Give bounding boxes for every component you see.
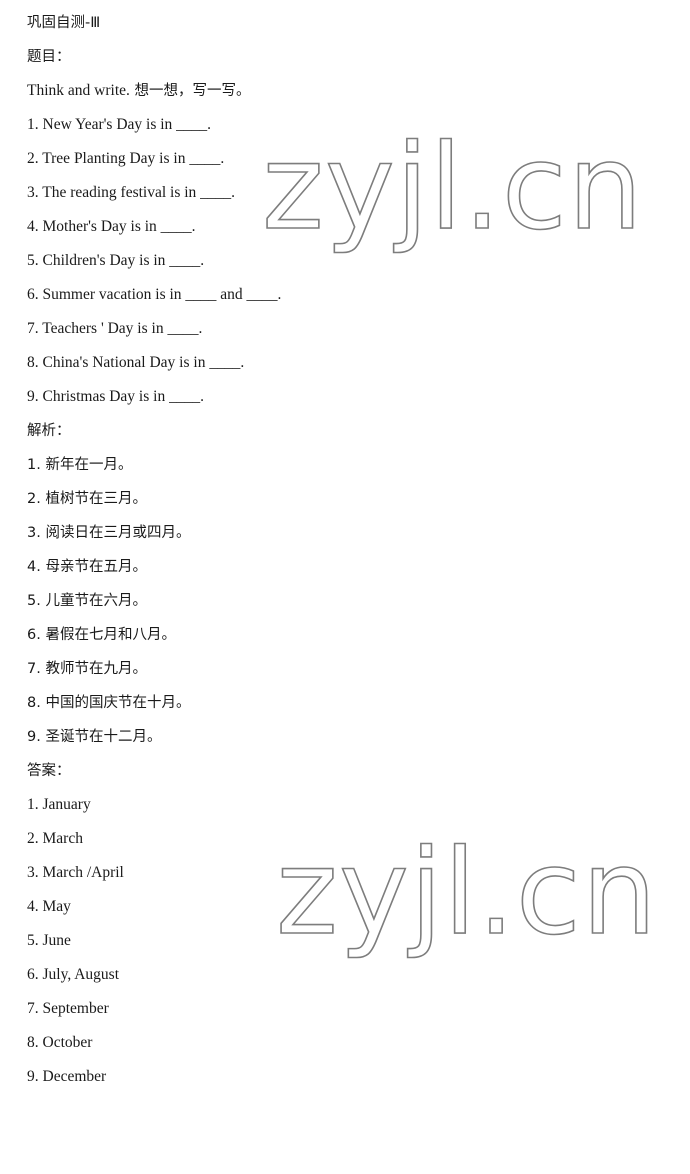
answer-item: 4. May [27,898,71,915]
prompt-english: Think and write. [27,82,130,99]
prompt-chinese: 想一想，写一写。 [134,83,251,99]
analysis-item: 7. 教师节在九月。 [27,661,147,677]
answer-item: 5. June [27,932,71,949]
analysis-item: 1. 新年在一月。 [27,457,133,473]
prompt-line: Think and write. 想一想，写一写。 [27,74,690,108]
answer-item: 1. January [27,796,91,813]
analysis-item: 9. 圣诞节在十二月。 [27,729,162,745]
analysis-item: 6. 暑假在七月和八月。 [27,627,176,643]
worksheet-page: zyjl.cn zyjl.cn 巩固自测-Ⅲ 题目： Think and wri… [0,0,690,1174]
analysis-section-heading: 解析： [27,423,71,439]
answers-section-heading: 答案： [27,763,71,779]
question-item: 5. Children's Day is in ____. [27,252,205,269]
analysis-item: 3. 阅读日在三月或四月。 [27,525,191,541]
analysis-item: 4. 母亲节在五月。 [27,559,147,575]
analysis-item: 8. 中国的国庆节在十月。 [27,695,191,711]
document-content: 巩固自测-Ⅲ 题目： Think and write. 想一想，写一写。 1. … [0,0,690,1094]
question-item: 3. The reading festival is in ____. [27,184,236,201]
answer-item: 3. March /April [27,864,124,881]
analysis-item: 5. 儿童节在六月。 [27,593,147,609]
question-item: 1. New Year's Day is in ____. [27,116,212,133]
question-item: 8. China's National Day is in ____. [27,354,245,371]
questions-section-heading: 题目： [27,49,71,65]
question-item: 2. Tree Planting Day is in ____. [27,150,225,167]
page-title: 巩固自测-Ⅲ [27,15,101,31]
answer-item: 7. September [27,1000,109,1017]
question-item: 4. Mother's Day is in ____. [27,218,196,235]
analysis-item: 2. 植树节在三月。 [27,491,147,507]
answer-item: 6. July, August [27,966,120,983]
question-item: 9. Christmas Day is in ____. [27,388,204,405]
answer-item: 2. March [27,830,83,847]
question-item: 6. Summer vacation is in ____ and ____. [27,286,282,303]
question-item: 7. Teachers ' Day is in ____. [27,320,203,337]
answer-item: 8. October [27,1034,93,1051]
answer-item: 9. December [27,1068,107,1085]
